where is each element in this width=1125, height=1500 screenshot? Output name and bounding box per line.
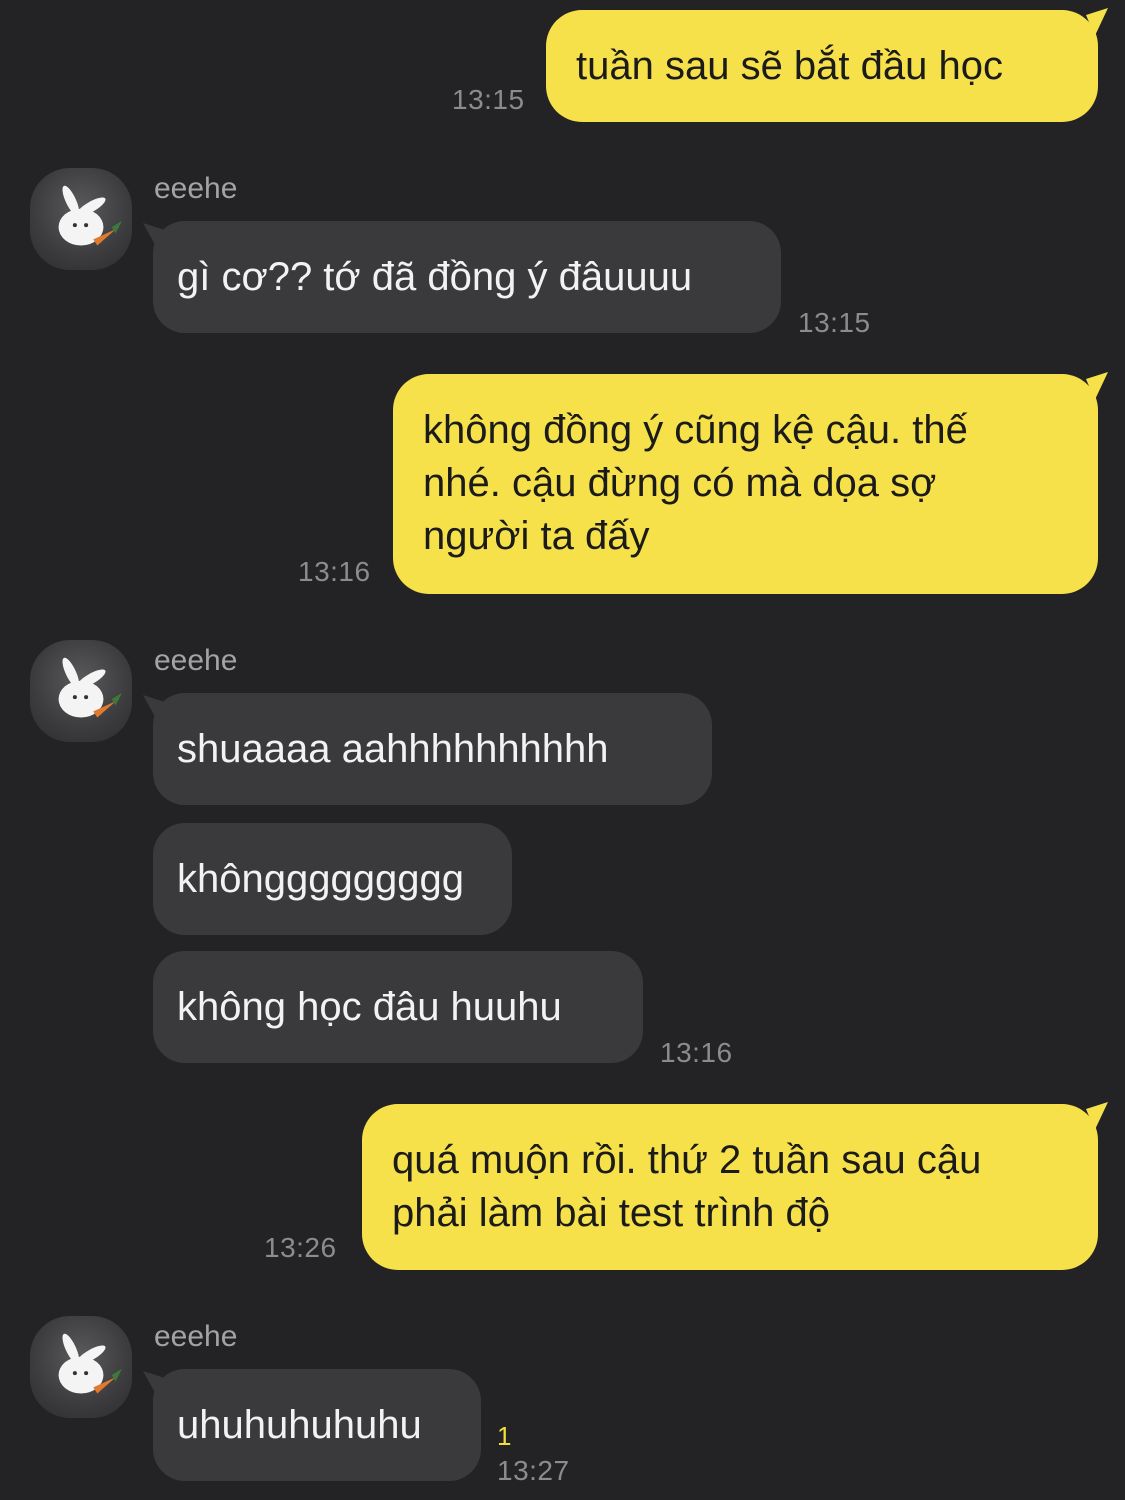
message-time: 13:16 <box>298 556 371 587</box>
message-time: 13:15 <box>452 84 525 115</box>
message-text: không học đâu huuhu <box>177 985 562 1029</box>
message-line: quá muộn rồi. thứ 2 tuần sau cậu <box>392 1138 982 1182</box>
message-line: không đồng ý cũng kệ cậu. thế <box>423 408 968 452</box>
contact-avatar[interactable] <box>30 640 132 742</box>
unread-count-badge: 1 <box>497 1421 512 1451</box>
message-text: tuần sau sẽ bắt đầu học <box>576 44 1003 88</box>
their-message-bubble[interactable]: khônggggggggg <box>153 823 512 935</box>
their-message-bubble[interactable]: gì cơ?? tớ đã đồng ý đâuuuu <box>153 221 781 333</box>
sender-name: eeehe <box>154 172 238 205</box>
their-message-bubble[interactable]: shuaaaa aahhhhhhhhhh <box>153 693 712 805</box>
rabbit-avatar-icon <box>58 185 122 246</box>
rabbit-avatar-icon <box>58 657 122 718</box>
message-text: gì cơ?? tớ đã đồng ý đâuuuu <box>177 255 693 299</box>
their-message-bubble[interactable]: uhuhuhuhuhu <box>153 1369 481 1481</box>
message-line: phải làm bài test trình độ <box>392 1191 831 1235</box>
message-time: 13:27 <box>497 1455 570 1486</box>
my-message-bubble[interactable]: quá muộn rồi. thứ 2 tuần sau cậu phải là… <box>362 1104 1098 1270</box>
message-line: nhé. cậu đừng có mà dọa sợ <box>423 461 937 505</box>
their-message-bubble[interactable]: không học đâu huuhu <box>153 951 643 1063</box>
sender-name: eeehe <box>154 644 238 677</box>
message-text: shuaaaa aahhhhhhhhhh <box>177 727 609 771</box>
message-text: khônggggggggg <box>177 857 464 901</box>
contact-avatar[interactable] <box>30 168 132 270</box>
message-line: người ta đấy <box>423 514 650 558</box>
message-time: 13:16 <box>660 1037 733 1068</box>
contact-avatar[interactable] <box>30 1316 132 1418</box>
message-text: uhuhuhuhuhu <box>177 1403 422 1447</box>
message-time: 13:26 <box>264 1232 337 1263</box>
message-time: 13:15 <box>798 307 871 338</box>
sender-name: eeehe <box>154 1320 238 1353</box>
my-message-bubble[interactable]: tuần sau sẽ bắt đầu học <box>546 10 1098 122</box>
my-message-bubble[interactable]: không đồng ý cũng kệ cậu. thế nhé. cậu đ… <box>393 374 1098 594</box>
rabbit-avatar-icon <box>58 1333 122 1394</box>
